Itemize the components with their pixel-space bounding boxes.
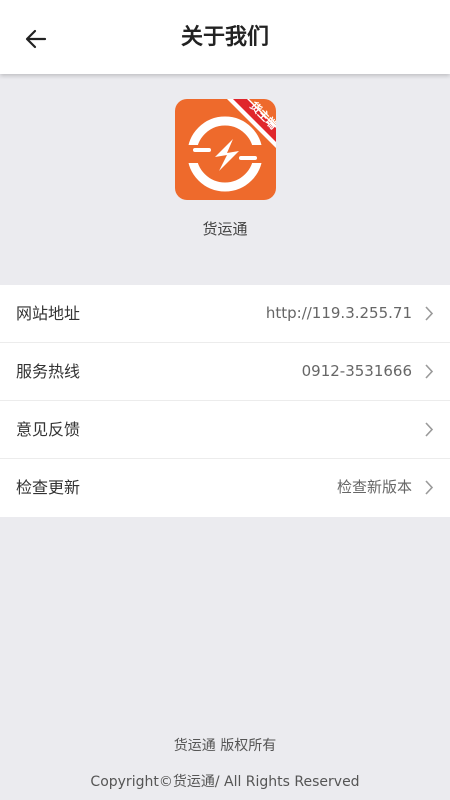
feedback-row[interactable]: 意见反馈 bbox=[0, 401, 450, 459]
row-value: 检查新版本 bbox=[336, 478, 412, 496]
app-logo: 货主端 bbox=[175, 98, 280, 200]
app-header: 关于我们 bbox=[0, 0, 450, 74]
row-label: 检查更新 bbox=[16, 478, 81, 497]
app-logo-icon: 货主端 bbox=[175, 98, 280, 200]
settings-list: 网站地址 http://119.3.255.71 服务热线 0912-35316… bbox=[0, 285, 450, 517]
row-label: 网站地址 bbox=[16, 304, 81, 323]
hotline-row[interactable]: 服务热线 0912-3531666 bbox=[0, 343, 450, 401]
app-name: 货运通 bbox=[202, 220, 248, 238]
row-value: http://119.3.255.71 bbox=[265, 304, 412, 322]
row-label: 意见反馈 bbox=[16, 420, 81, 439]
row-label: 服务热线 bbox=[16, 362, 81, 381]
chevron-right-icon bbox=[425, 364, 434, 379]
website-row[interactable]: 网站地址 http://119.3.255.71 bbox=[0, 285, 450, 343]
chevron-right-icon bbox=[425, 422, 434, 437]
chevron-right-icon bbox=[425, 480, 434, 495]
chevron-right-icon bbox=[425, 306, 434, 321]
page-title: 关于我们 bbox=[180, 25, 269, 50]
check-update-row[interactable]: 检查更新 检查新版本 bbox=[0, 459, 450, 517]
footer-copyright: Copyright©货运通/ All Rights Reserved bbox=[90, 774, 360, 790]
footer-rights: 货运通 版权所有 bbox=[173, 738, 277, 754]
row-value: 0912-3531666 bbox=[301, 362, 412, 380]
